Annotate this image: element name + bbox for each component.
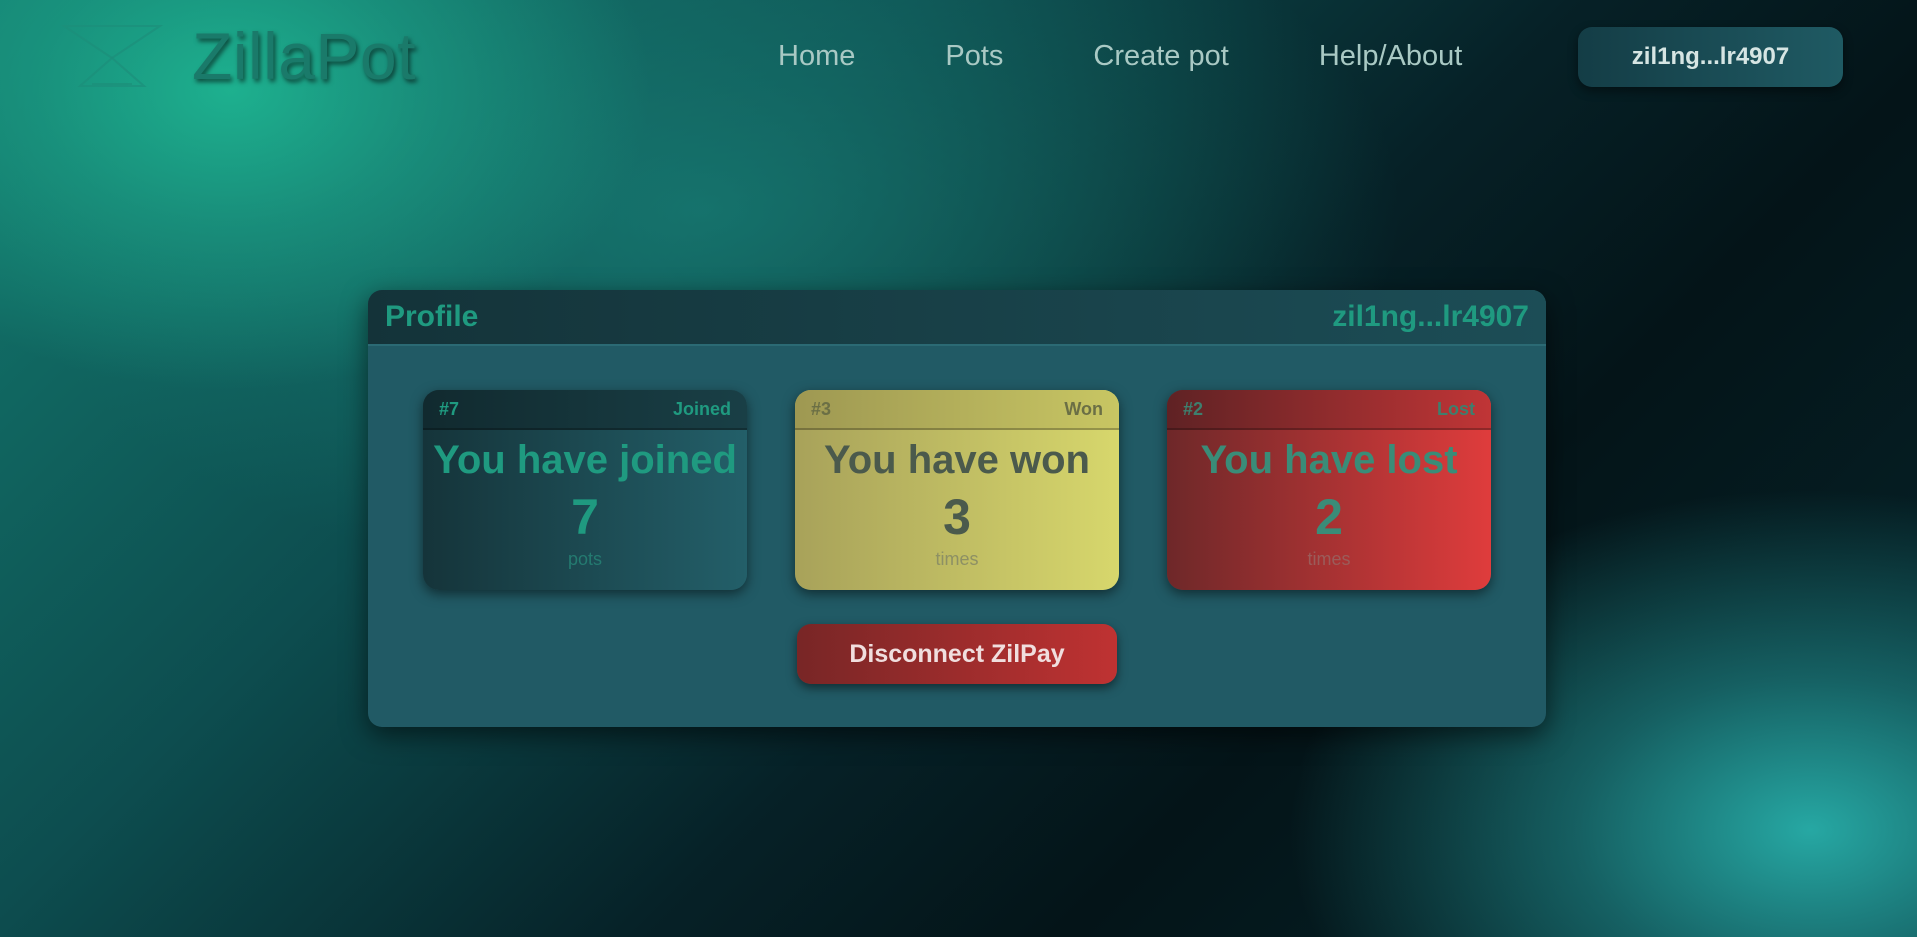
joined-rank: #7 bbox=[439, 398, 460, 419]
won-card-header: #3 Won bbox=[795, 390, 1119, 430]
joined-tag: Joined bbox=[672, 398, 731, 419]
profile-address: zil1ng...lr4907 bbox=[1332, 300, 1529, 333]
top-header: ZillaPot Home Pots Create pot Help/About… bbox=[0, 0, 1917, 115]
profile-panel: Profile zil1ng...lr4907 #7 Joined You ha… bbox=[368, 290, 1546, 727]
lost-stat-card: #2 Lost You have lost 2 times bbox=[1167, 390, 1491, 590]
nav-help-about-link[interactable]: Help/About bbox=[1319, 40, 1463, 73]
lost-unit: times bbox=[1307, 549, 1351, 569]
lost-rank: #2 bbox=[1183, 398, 1204, 419]
won-heading: You have won bbox=[824, 438, 1090, 482]
lost-heading: You have lost bbox=[1200, 438, 1458, 482]
profile-panel-header: Profile zil1ng...lr4907 bbox=[368, 290, 1546, 346]
joined-heading: You have joined bbox=[433, 438, 737, 482]
profile-title: Profile bbox=[385, 300, 479, 333]
joined-unit: pots bbox=[567, 549, 603, 569]
disconnect-zilpay-button[interactable]: Disconnect ZilPay bbox=[797, 624, 1117, 684]
lost-card-header: #2 Lost bbox=[1167, 390, 1491, 430]
wallet-address-button[interactable]: zil1ng...lr4907 bbox=[1578, 27, 1843, 87]
lost-tag: Lost bbox=[1437, 398, 1475, 419]
nav-create-pot-link[interactable]: Create pot bbox=[1093, 40, 1228, 73]
won-count: 3 bbox=[943, 489, 971, 545]
joined-count: 7 bbox=[571, 489, 599, 545]
nav-home-link[interactable]: Home bbox=[778, 40, 855, 73]
main-nav: Home Pots Create pot Help/About bbox=[778, 40, 1462, 73]
brand-name[interactable]: ZillaPot bbox=[192, 18, 416, 94]
won-rank: #3 bbox=[811, 398, 832, 419]
nav-pots-link[interactable]: Pots bbox=[945, 40, 1003, 73]
joined-stat-card: #7 Joined You have joined 7 pots bbox=[423, 390, 747, 590]
won-unit: times bbox=[935, 549, 979, 569]
hourglass-logo-icon[interactable] bbox=[60, 22, 164, 90]
won-stat-card: #3 Won You have won 3 times bbox=[795, 390, 1119, 590]
won-tag: Won bbox=[1064, 398, 1103, 419]
lost-count: 2 bbox=[1315, 489, 1343, 545]
joined-card-header: #7 Joined bbox=[423, 390, 747, 430]
